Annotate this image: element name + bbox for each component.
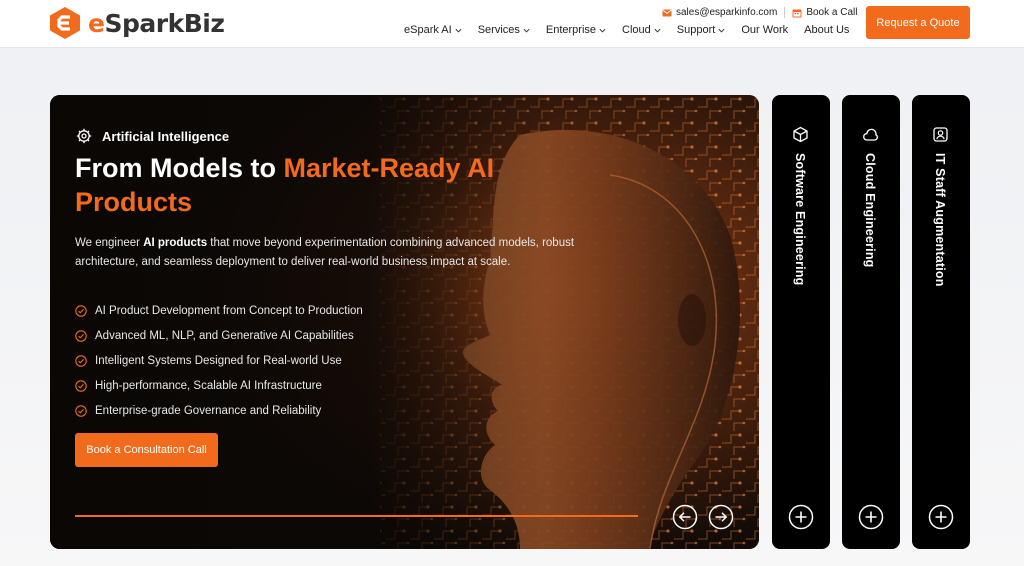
hero-category: Artificial Intelligence <box>76 128 229 144</box>
list-item: Enterprise-grade Governance and Reliabil… <box>75 398 363 423</box>
logo-icon <box>50 7 80 39</box>
tab-software-engineering[interactable]: Software Engineering <box>772 95 830 549</box>
chevron-down-icon <box>718 28 725 33</box>
nav-item-cloud[interactable]: Cloud <box>622 24 661 36</box>
chevron-down-icon <box>523 28 530 33</box>
check-circle-icon <box>75 379 87 392</box>
chevron-down-icon <box>455 28 462 33</box>
chevron-down-icon <box>599 28 606 33</box>
cube-icon <box>793 126 808 143</box>
list-item: AI Product Development from Concept to P… <box>75 298 363 323</box>
hero-headline: From Models to Market-Ready AI Products <box>75 153 495 217</box>
check-circle-icon <box>75 329 87 342</box>
arrow-left-icon[interactable] <box>672 504 698 530</box>
chevron-down-icon <box>654 28 661 33</box>
hero-category-label: Artificial Intelligence <box>102 128 230 144</box>
list-item: Advanced ML, NLP, and Generative AI Capa… <box>75 323 363 348</box>
contact-divider <box>784 7 786 18</box>
nav-item-services[interactable]: Services <box>478 24 530 36</box>
book-consultation-button[interactable]: Book a Consultation Call <box>75 433 218 467</box>
plus-circle-icon[interactable] <box>788 504 814 530</box>
check-circle-icon <box>75 304 87 317</box>
cloud-icon <box>863 128 878 141</box>
calendar-icon <box>792 9 802 17</box>
person-icon <box>933 127 948 142</box>
list-item: Intelligent Systems Designed for Real-wo… <box>75 348 363 373</box>
nav-item-support[interactable]: Support <box>677 24 726 36</box>
book-call-text: Book a Call <box>806 7 858 18</box>
nav-label: Cloud <box>622 24 651 36</box>
plus-circle-icon[interactable] <box>858 504 884 530</box>
feature-list: AI Product Development from Concept to P… <box>75 298 363 423</box>
nav-label: Services <box>477 24 520 36</box>
contact-bar: sales@esparkinfo.com Book a Call <box>662 7 857 18</box>
book-call-link[interactable]: Book a Call <box>792 7 857 18</box>
slide-progress-bar <box>75 515 638 517</box>
site-logo[interactable]: eSparkBiz <box>49 6 225 40</box>
tab-label: Cloud Engineering <box>863 153 877 268</box>
nav-label: eSpark AI <box>404 24 452 36</box>
tab-label: Software Engineering <box>793 153 807 286</box>
check-circle-icon <box>75 354 87 367</box>
plus-circle-icon[interactable] <box>928 504 954 530</box>
email-text: sales@esparkinfo.com <box>676 7 778 18</box>
tab-it-staff-augmentation[interactable]: IT Staff Augmentation <box>912 95 970 549</box>
gear-icon <box>76 128 92 144</box>
nav-item-enterprise[interactable]: Enterprise <box>546 24 606 36</box>
nav-label: Our Work <box>741 24 789 36</box>
hero-card: Artificial Intelligence From Models to M… <box>50 95 759 549</box>
logo-text: eSparkBiz <box>88 8 225 38</box>
mail-icon <box>662 9 672 16</box>
nav-label: Enterprise <box>545 24 597 36</box>
nav-item-espark-ai[interactable]: eSpark AI <box>404 24 462 36</box>
nav-item-about-us[interactable]: About Us <box>804 24 849 36</box>
request-quote-button[interactable]: Request a Quote <box>866 6 970 39</box>
arrow-right-icon[interactable] <box>708 504 734 530</box>
main-nav: eSpark AI Services Enterprise Cloud Supp… <box>404 24 849 36</box>
email-link[interactable]: sales@esparkinfo.com <box>662 7 777 18</box>
nav-item-our-work[interactable]: Our Work <box>741 24 788 36</box>
nav-label: Support <box>676 24 716 36</box>
nav-label: About Us <box>804 24 850 36</box>
check-circle-icon <box>75 404 87 417</box>
site-header: eSparkBiz sales@esparkinfo.com Book a Ca… <box>0 0 1024 48</box>
hero-description: We engineer AI products that move beyond… <box>75 237 575 268</box>
tab-cloud-engineering[interactable]: Cloud Engineering <box>842 95 900 549</box>
tab-label: IT Staff Augmentation <box>933 153 947 287</box>
list-item: High-performance, Scalable AI Infrastruc… <box>75 373 363 398</box>
